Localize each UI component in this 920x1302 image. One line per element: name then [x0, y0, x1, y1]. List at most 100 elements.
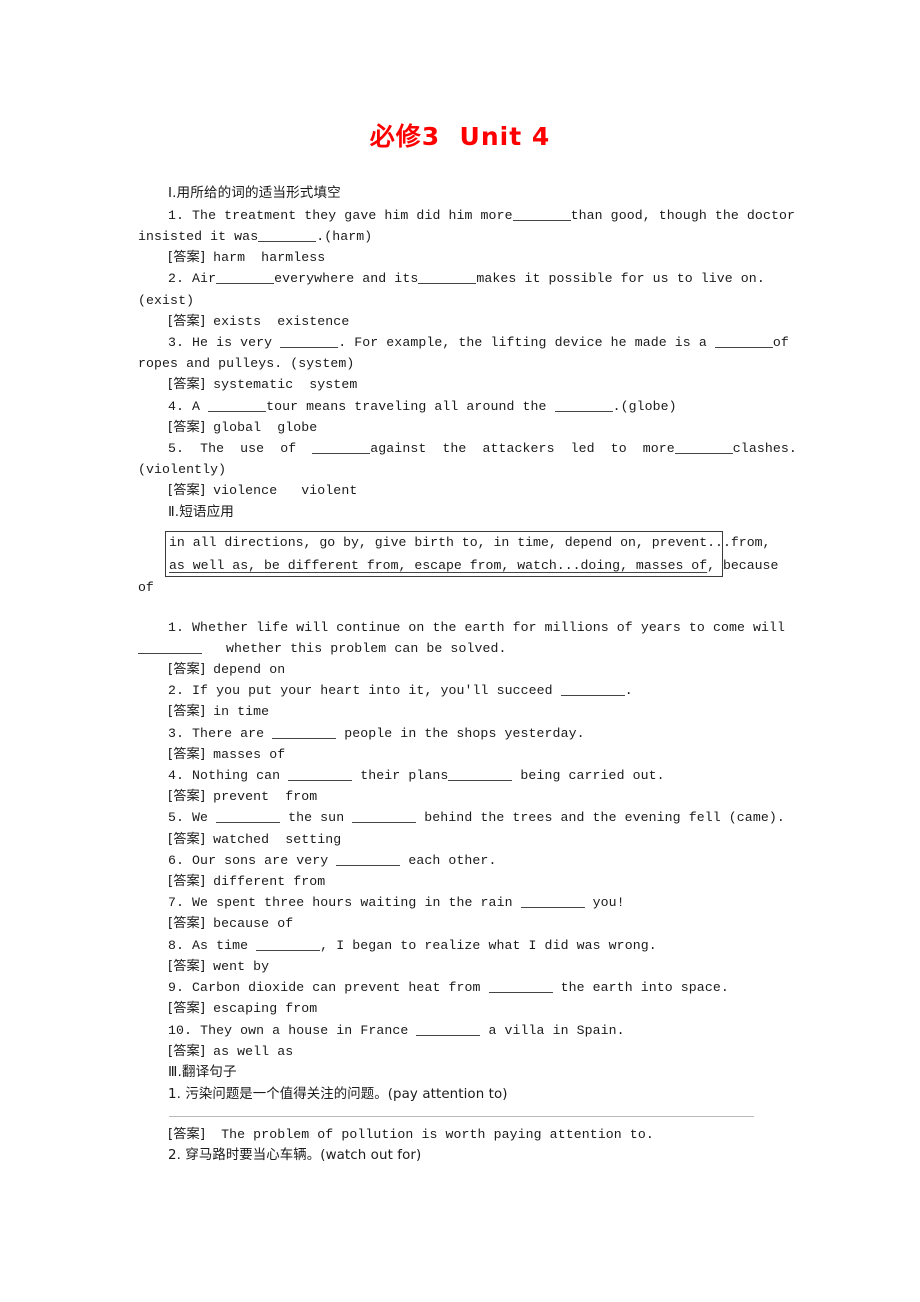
item-number: 1. [168, 619, 185, 635]
item-text-b: each other. [408, 852, 497, 868]
blank-field[interactable] [488, 981, 553, 994]
blank-field[interactable] [336, 854, 401, 866]
blank-field[interactable] [416, 1024, 481, 1036]
section-1-item-5: 5. The use of against the attackers led … [138, 438, 810, 459]
section-2-item-10: 10. They own a house in France a villa i… [138, 1020, 810, 1041]
section-2-item-9: 9. Carbon dioxide can prevent heat from … [138, 977, 810, 998]
section-1-item-3: 3. He is very . For example, the lifting… [138, 332, 810, 353]
answer-tag: [答案] [168, 419, 206, 435]
blank-field[interactable] [418, 272, 477, 285]
item-number: 2. [168, 1148, 181, 1164]
worksheet-page: 必修3 Unit 4 Ⅰ.用所给的词的适当形式填空 1. The treatme… [0, 0, 920, 1302]
blank-field[interactable] [352, 811, 417, 824]
item-number: 2. [168, 683, 185, 699]
item-text-b: a villa in Spain. [488, 1022, 625, 1038]
answer-text: because of [213, 916, 294, 932]
blank-field[interactable] [312, 442, 371, 455]
item-text-b: the sun [288, 810, 345, 826]
phrase-bank-tail: of [138, 580, 154, 596]
item-text-a: He is very [192, 335, 273, 351]
section-3-item-2: 2. 穿马路时要当心车辆。(watch out for) [138, 1145, 810, 1166]
section-1-item-2-cont: (exist) [138, 292, 195, 308]
item-text-a: We spent three hours waiting in the rain [192, 895, 513, 911]
answer-text: depend on [213, 662, 286, 678]
item-text-b: , I began to realize what I did was wron… [320, 937, 657, 953]
answer-text: went by [213, 958, 270, 974]
item-text-a: As time [192, 937, 249, 953]
section-3-answer-1: [答案] The problem of pollution is worth p… [138, 1124, 810, 1145]
section-1-item-5-cont: (violently) [138, 462, 227, 478]
item-prompt: 穿马路时要当心车辆。(watch out for) [185, 1148, 422, 1164]
blank-field[interactable] [258, 230, 317, 242]
item-number: 10. [168, 1022, 193, 1038]
item-number: 5. [168, 441, 185, 457]
blank-field[interactable] [448, 769, 513, 782]
blank-field[interactable] [520, 896, 585, 909]
answer-tag: [答案] [168, 313, 206, 329]
item-text-a: Our sons are very [192, 852, 329, 868]
item-text-c: behind the trees and the evening fell (c… [424, 810, 785, 826]
page-title: 必修3 Unit 4 [369, 122, 551, 151]
item-text-a: There are [192, 725, 265, 741]
section-1-answer-4: [答案] global globe [138, 417, 810, 438]
section-3-heading: Ⅲ.翻译句子 [168, 1063, 237, 1080]
section-2-answer-6: [答案] different from [138, 871, 810, 892]
item-text-a: They own a house in France [200, 1022, 409, 1038]
section-3-item-1: 1. 污染问题是一个值得关注的问题。(pay attention to) [138, 1084, 810, 1105]
item-text-c: clashes. [732, 441, 797, 457]
answer-text: violence violent [213, 483, 358, 499]
blank-field[interactable] [280, 336, 339, 349]
section-1-answer-5: [答案] violence violent [138, 480, 810, 501]
answer-tag: [答案] [168, 1001, 206, 1017]
blank-field[interactable] [272, 727, 337, 739]
answer-text: exists existence [213, 313, 350, 329]
item-number: 8. [168, 937, 185, 953]
answer-text: harm harmless [213, 250, 326, 266]
phrase-bank-text-1: in all directions, go by, give birth to,… [169, 535, 771, 551]
section-1-item-2: 2. Air everywhere and its makes it possibl… [138, 268, 810, 289]
section-2-answer-8: [答案] went by [138, 956, 810, 977]
blank-field[interactable] [216, 811, 281, 824]
item-text-c: insisted it was [138, 229, 259, 244]
item-text-c: being carried out. [520, 768, 665, 784]
answer-tag: [答案] [168, 483, 206, 499]
item-number: 2. [168, 271, 185, 287]
section-1-heading: Ⅰ.用所给的词的适当形式填空 [168, 185, 341, 201]
item-text-b: against the attackers led to more [370, 441, 675, 457]
answer-text: systematic system [213, 377, 358, 393]
blank-field[interactable] [216, 272, 275, 285]
blank-field[interactable] [554, 400, 613, 412]
section-2-item-8: 8. As time , I began to realize what I d… [138, 935, 810, 956]
item-text-c: makes it possible for us to live on. [476, 271, 765, 287]
section-2-answer-7: [答案] because of [138, 913, 810, 934]
section-2-answer-9: [答案] escaping from [138, 998, 810, 1019]
item-text-b: you! [592, 895, 625, 911]
section-1-answer-2: [答案] exists existence [138, 311, 810, 332]
blank-field[interactable] [256, 939, 321, 951]
blank-field[interactable] [674, 442, 733, 455]
item-text-a: Carbon dioxide can prevent heat from [192, 980, 481, 996]
section-2-item-4: 4. Nothing can their plans being carried… [138, 765, 810, 786]
blank-field[interactable] [208, 400, 267, 412]
section-2-heading: Ⅱ.短语应用 [168, 503, 234, 520]
item-text-b: the earth into space. [560, 980, 729, 996]
section-2-item-1: 1. Whether life will continue on the ear… [138, 617, 810, 638]
phrase-bank: in all directions, go by, give birth to,… [138, 531, 810, 598]
item-number: 6. [168, 852, 185, 868]
item-text-b: whether this problem can be solved. [226, 640, 507, 656]
item-text-b: their plans [360, 768, 449, 784]
answer-write-line[interactable] [169, 1115, 754, 1117]
item-number: 3. [168, 725, 185, 741]
answer-tag: [答案] [168, 704, 206, 720]
answer-tag: [答案] [168, 1126, 206, 1142]
blank-field[interactable] [714, 336, 773, 349]
phrase-bank-line-2: as well as, be different from, escape fr… [138, 554, 818, 577]
item-number: 4. [168, 398, 185, 414]
item-text-d: .(harm) [316, 229, 373, 244]
item-number: 1. [168, 207, 185, 223]
blank-field[interactable] [138, 642, 202, 654]
blank-field[interactable] [512, 209, 571, 221]
blank-field[interactable] [560, 684, 625, 697]
blank-field[interactable] [288, 769, 353, 782]
item-text-a: Nothing can [192, 768, 281, 784]
